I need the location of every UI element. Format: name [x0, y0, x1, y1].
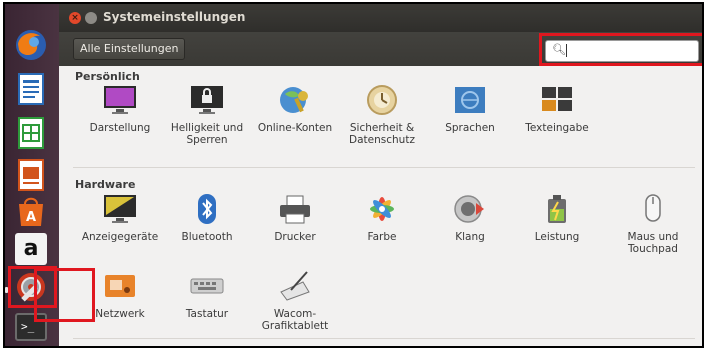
keyboard-icon: [189, 270, 225, 302]
section-divider: [73, 167, 695, 168]
sound-icon: [452, 193, 488, 225]
item-label: Online-Konten: [257, 122, 333, 134]
text-entry-icon: [539, 84, 575, 116]
title-bar: × Systemeinstellungen: [59, 4, 702, 32]
settings-window: × Systemeinstellungen Alle Einstellungen…: [59, 4, 702, 346]
item-label: Drucker: [274, 231, 316, 243]
item-label: Texteingabe: [525, 122, 589, 134]
writer-icon: [18, 73, 44, 105]
online-accounts-icon: [277, 84, 313, 116]
software-center-icon: A: [19, 197, 43, 226]
displays-icon: [102, 193, 138, 225]
security-privacy-icon: [364, 84, 400, 116]
item-label: Tastatur: [185, 308, 229, 320]
item-maus-touchpad[interactable]: Maus und Touchpad: [613, 193, 693, 255]
item-leistung[interactable]: Leistung: [517, 193, 597, 243]
mouse-icon: [635, 193, 671, 225]
minimize-button[interactable]: [85, 12, 97, 24]
impress-launcher-item[interactable]: [10, 156, 52, 194]
close-icon: ×: [71, 13, 79, 23]
bluetooth-icon: [189, 193, 225, 225]
item-helligkeit[interactable]: Helligkeit und Sperren: [167, 84, 247, 146]
software-center-launcher-item[interactable]: A: [10, 192, 52, 230]
item-darstellung[interactable]: Darstellung: [80, 84, 160, 134]
item-online-konten[interactable]: Online-Konten: [255, 84, 335, 134]
wacom-tablet-icon: [277, 270, 313, 302]
item-tastatur[interactable]: Tastatur: [167, 270, 247, 320]
item-sicherheit[interactable]: Sicherheit & Datenschutz: [342, 84, 422, 146]
amazon-launcher-item[interactable]: a: [10, 230, 52, 268]
impress-icon: [18, 159, 44, 191]
item-farbe[interactable]: Farbe: [342, 193, 422, 243]
brightness-lock-icon: [189, 84, 225, 116]
section-heading-hardware: Hardware: [75, 178, 136, 191]
item-klang[interactable]: Klang: [430, 193, 510, 243]
calc-icon: [18, 117, 44, 149]
item-label: Bluetooth: [181, 231, 233, 243]
item-sprachen[interactable]: Sprachen: [430, 84, 510, 134]
item-label: Farbe: [367, 231, 397, 243]
settings-content: Persönlich Darstellung Helligkeit und Sp…: [59, 66, 702, 346]
item-label: Leistung: [534, 231, 580, 243]
firefox-icon: [16, 30, 46, 60]
item-label: Sprachen: [445, 122, 495, 134]
amazon-glyph: a: [23, 236, 39, 261]
item-bluetooth[interactable]: Bluetooth: [167, 193, 247, 243]
language-icon: [452, 84, 488, 116]
item-texteingabe[interactable]: Texteingabe: [517, 84, 597, 134]
writer-launcher-item[interactable]: [10, 70, 52, 108]
printer-icon: [277, 193, 313, 225]
window-title: Systemeinstellungen: [103, 10, 246, 24]
item-label: Maus und Touchpad: [627, 231, 679, 255]
item-label: Wacom-Grafiktablett: [261, 308, 329, 332]
item-drucker[interactable]: Drucker: [255, 193, 335, 243]
section-divider: [73, 338, 695, 339]
terminal-glyph: >_: [21, 320, 35, 333]
network-highlight: [34, 268, 95, 322]
screen: A a >_ × Systemeinstellungen Alle Einste…: [3, 2, 704, 348]
item-label: Helligkeit und Sperren: [170, 122, 244, 146]
amazon-icon: a: [15, 233, 47, 265]
item-label: Anzeigegeräte: [81, 231, 159, 243]
close-button[interactable]: ×: [69, 12, 81, 24]
all-settings-button[interactable]: Alle Einstellungen: [73, 38, 186, 60]
item-wacom[interactable]: Wacom-Grafiktablett: [255, 270, 335, 332]
power-icon: [539, 193, 575, 225]
network-icon: [102, 270, 138, 302]
section-heading-personal: Persönlich: [75, 70, 140, 83]
appearance-icon: [102, 84, 138, 116]
item-label: Darstellung: [89, 122, 151, 134]
color-icon: [364, 193, 400, 225]
firefox-launcher-item[interactable]: [10, 26, 52, 64]
calc-launcher-item[interactable]: [10, 114, 52, 152]
item-anzeigegeraete[interactable]: Anzeigegeräte: [80, 193, 160, 243]
svg-text:A: A: [26, 210, 36, 225]
search-highlight: [539, 33, 702, 66]
item-label: Sicherheit & Datenschutz: [349, 122, 415, 146]
item-label: Klang: [455, 231, 485, 243]
